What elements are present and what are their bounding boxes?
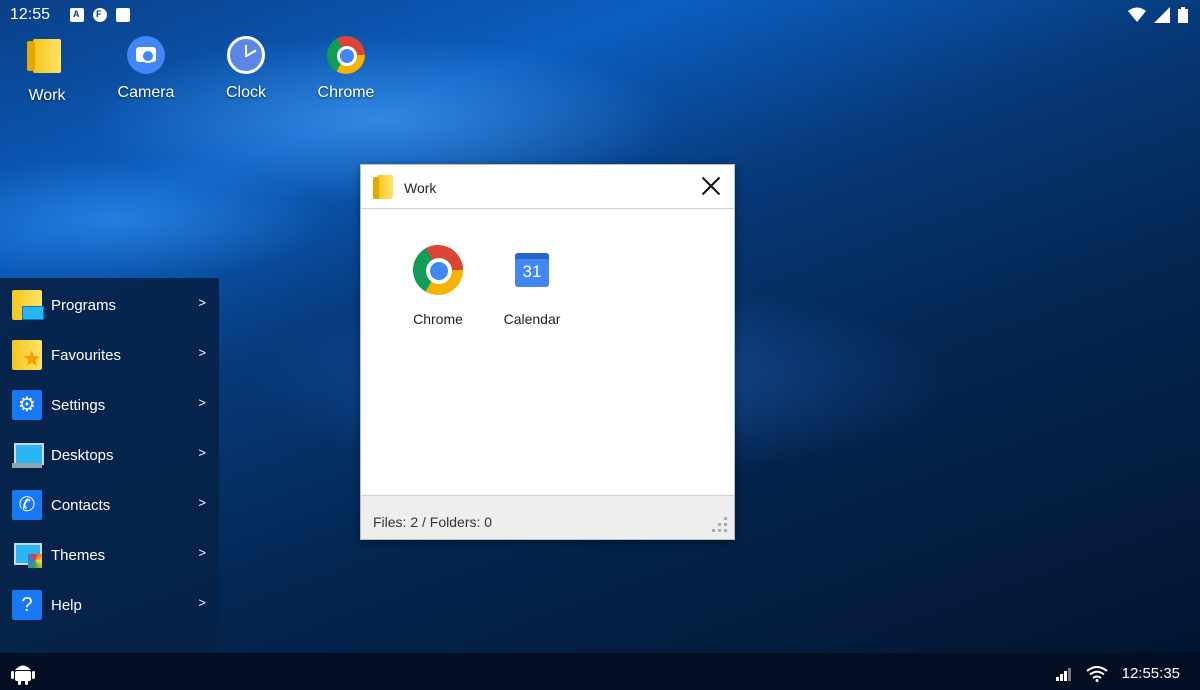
palette-icon (12, 540, 42, 570)
desktop-icon-camera[interactable]: Camera (101, 36, 191, 102)
help-bulb-icon: ? (12, 590, 42, 620)
window-titlebar[interactable]: Work (361, 165, 734, 209)
file-item-label: Chrome (413, 311, 463, 327)
menu-item-contacts[interactable]: ✆ Contacts > (0, 478, 219, 528)
chevron-right-icon: > (198, 345, 206, 360)
wifi-icon[interactable] (1085, 665, 1108, 682)
monitor-icon (12, 440, 44, 470)
file-item-label: Calendar (503, 311, 561, 327)
chevron-right-icon: > (198, 445, 206, 460)
taskbar: 12:55:35 (0, 653, 1200, 690)
status-bar: 12:55 A F (0, 0, 1200, 30)
menu-item-favourites[interactable]: Favourites > (0, 328, 219, 378)
chevron-right-icon: > (198, 295, 206, 310)
file-item-chrome[interactable]: Chrome (393, 245, 483, 327)
menu-item-label: Help (51, 597, 82, 614)
folder-window: Work Chrome 31 Calendar Files: 2 / Folde… (360, 164, 735, 540)
resize-grip-icon[interactable] (712, 517, 728, 533)
window-status-text: Files: 2 / Folders: 0 (373, 514, 493, 530)
system-tray: 12:55:35 (1055, 665, 1180, 682)
android-logo-icon (11, 665, 35, 685)
desktop-icon-clock[interactable]: Clock (201, 36, 291, 102)
folder-icon (373, 175, 393, 199)
desktop-icon-label: Camera (117, 84, 175, 101)
signal-bars-icon[interactable] (1055, 667, 1072, 681)
status-time: 12:55 (10, 6, 51, 23)
desktop-icon-label: Clock (225, 84, 266, 101)
chevron-right-icon: > (198, 595, 206, 610)
calendar-day: 31 (522, 262, 542, 281)
menu-item-label: Favourites (51, 347, 122, 364)
calendar-icon: 31 (515, 253, 549, 287)
menu-item-desktops[interactable]: Desktops > (0, 428, 219, 478)
battery-icon (1178, 7, 1188, 23)
signal-icon (1154, 7, 1170, 23)
chevron-right-icon: > (198, 395, 206, 410)
menu-item-themes[interactable]: Themes > (0, 528, 219, 578)
window-body: Chrome 31 Calendar (361, 209, 734, 496)
window-status-bar: Files: 2 / Folders: 0 (361, 495, 734, 539)
menu-item-label: Contacts (51, 497, 111, 514)
desktop-icon-chrome[interactable]: Chrome (301, 36, 391, 102)
sd-card-icon (116, 8, 130, 22)
status-right-icons (1128, 7, 1188, 23)
desktop-icon-label: Chrome (317, 84, 375, 101)
window-title: Work (404, 180, 437, 196)
wifi-icon (1128, 7, 1146, 22)
chevron-right-icon: > (198, 495, 206, 510)
programs-folder-icon (12, 290, 44, 320)
menu-item-label: Settings (51, 397, 106, 414)
menu-item-help[interactable]: ? Help > (0, 578, 219, 628)
chrome-icon (413, 245, 463, 295)
taskbar-clock[interactable]: 12:55:35 (1122, 665, 1180, 682)
desktop-icon-work[interactable]: Work (2, 36, 92, 105)
chevron-right-icon: > (198, 545, 206, 560)
phone-icon: ✆ (12, 490, 42, 520)
font-icon: A (70, 8, 84, 22)
menu-item-label: Themes (51, 547, 106, 564)
app-f-icon: F (93, 8, 107, 22)
favourites-folder-icon (12, 340, 42, 372)
file-item-calendar[interactable]: 31 Calendar (487, 245, 577, 327)
menu-item-programs[interactable]: Programs > (0, 278, 219, 328)
folder-icon (27, 39, 67, 79)
desktop-icon-label: Work (28, 87, 66, 104)
notification-icons: A F (70, 8, 130, 22)
gear-icon: ⚙ (12, 390, 42, 420)
chrome-icon (326, 36, 366, 76)
android-icon[interactable] (10, 659, 36, 685)
start-menu: Programs > Favourites > ⚙ Settings > Des… (0, 278, 219, 653)
menu-item-settings[interactable]: ⚙ Settings > (0, 378, 219, 428)
camera-icon (126, 36, 166, 76)
menu-item-label: Desktops (51, 447, 114, 464)
close-button[interactable] (698, 173, 724, 199)
clock-icon (226, 36, 266, 76)
menu-item-label: Programs (51, 297, 117, 314)
